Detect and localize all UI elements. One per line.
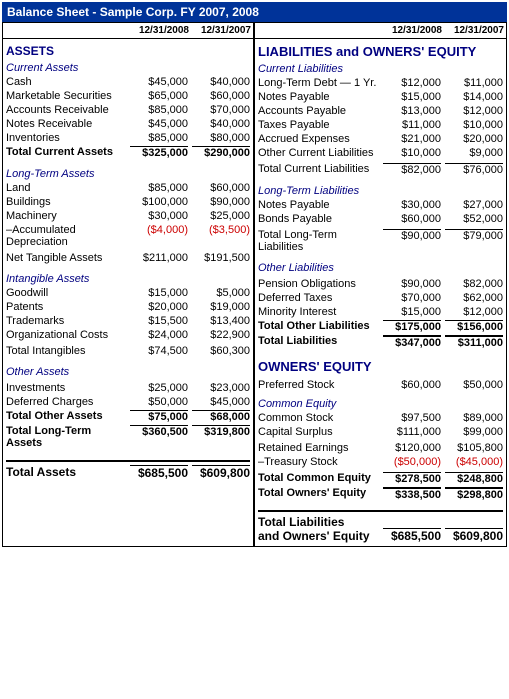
total-liabilities: Total Liabilities $347,000$311,000	[258, 334, 503, 350]
owners-equity-title: OWNERS' EQUITY	[258, 359, 503, 374]
net-tangible-assets: Net Tangible Assets $211,000$191,500	[6, 251, 250, 265]
list-item: Minority Interest $15,000$12,000	[258, 305, 503, 319]
list-item: Deferred Taxes $70,000$62,000	[258, 291, 503, 305]
list-item: Organizational Costs $24,000$22,900	[6, 328, 250, 342]
left-section: ASSETS Current Assets Cash $45,000$40,00…	[3, 39, 255, 546]
list-item: Common Stock $97,500$89,000	[258, 411, 503, 425]
current-assets-label: Current Assets	[6, 62, 250, 74]
list-item: –Accumulated Depreciation ($4,000)($3,50…	[6, 223, 250, 249]
list-item: Notes Payable $30,000$27,000	[258, 198, 503, 212]
long-term-assets-label: Long-Term Assets	[6, 168, 250, 180]
retained-earnings: Retained Earnings $120,000$105,800	[258, 441, 503, 455]
list-item: Goodwill $15,000$5,000	[6, 286, 250, 300]
total-owners-equity: Total Owners' Equity $338,500$298,800	[258, 486, 503, 502]
total-current-assets: Total Current Assets $325,000$290,000	[6, 145, 250, 160]
preferred-stock: Preferred Stock $60,000$50,000	[258, 378, 503, 392]
list-item: Inventories $85,000$80,000	[6, 131, 250, 145]
page-title: Balance Sheet - Sample Corp. FY 2007, 20…	[7, 5, 259, 19]
right-date-col2: 12/31/2007	[446, 25, 504, 36]
page-header: Balance Sheet - Sample Corp. FY 2007, 20…	[2, 2, 507, 22]
main-content: ASSETS Current Assets Cash $45,000$40,00…	[2, 38, 507, 547]
total-assets: Total Assets $685,500$609,800	[6, 464, 250, 481]
list-item: Long-Term Debt — 1 Yr. $12,000$11,000	[258, 76, 503, 90]
other-liabilities-label: Other Liabilities	[258, 262, 503, 274]
list-item: Machinery $30,000$25,000	[6, 209, 250, 223]
treasury-stock: –Treasury Stock ($50,000)($45,000)	[258, 455, 503, 469]
total-other-assets: Total Other Assets $75,000$68,000	[6, 409, 250, 424]
page: Balance Sheet - Sample Corp. FY 2007, 20…	[0, 0, 509, 549]
list-item: Buildings $100,000$90,000	[6, 195, 250, 209]
assets-title: ASSETS	[6, 44, 250, 58]
list-item: Land $85,000$60,000	[6, 181, 250, 195]
list-item: Accounts Receivable $85,000$70,000	[6, 103, 250, 117]
list-item: Pension Obligations $90,000$82,000	[258, 277, 503, 291]
list-item: Bonds Payable $60,000$52,000	[258, 212, 503, 226]
intangible-assets-label: Intangible Assets	[6, 273, 250, 285]
long-term-liabilities-label: Long-Term Liabilities	[258, 185, 503, 197]
list-item: Patents $20,000$19,000	[6, 300, 250, 314]
current-liabilities-label: Current Liabilities	[258, 63, 503, 75]
right-date-col1: 12/31/2008	[384, 25, 442, 36]
left-date-col1: 12/31/2008	[131, 25, 189, 36]
list-item: Deferred Charges $50,000$45,000	[6, 395, 250, 409]
list-item: Accounts Payable $13,000$12,000	[258, 104, 503, 118]
common-equity-label: Common Equity	[258, 398, 503, 410]
right-section: LIABILITIES and OWNERS' EQUITY Current L…	[255, 39, 506, 546]
list-item: Investments $25,000$23,000	[6, 381, 250, 395]
total-liabilities-owners-equity: Total Liabilitiesand Owners' Equity $685…	[258, 514, 503, 544]
total-current-liabilities: Total Current Liabilities $82,000$76,000	[258, 162, 503, 177]
total-intangibles: Total Intangibles $74,500$60,300	[6, 344, 250, 358]
list-item: Cash $45,000$40,000	[6, 75, 250, 89]
total-long-term-liabilities: Total Long-Term Liabilities $90,000$79,0…	[258, 228, 503, 254]
total-other-liabilities: Total Other Liabilities $175,000$156,000	[258, 319, 503, 334]
list-item: Other Current Liabilities $10,000$9,000	[258, 146, 503, 160]
left-date-col2: 12/31/2007	[193, 25, 251, 36]
list-item: Notes Receivable $45,000$40,000	[6, 117, 250, 131]
list-item: Trademarks $15,500$13,400	[6, 314, 250, 328]
list-item: Accrued Expenses $21,000$20,000	[258, 132, 503, 146]
list-item: Taxes Payable $11,000$10,000	[258, 118, 503, 132]
list-item: Marketable Securities $65,000$60,000	[6, 89, 250, 103]
total-common-equity: Total Common Equity $278,500$248,800	[258, 471, 503, 486]
list-item: Capital Surplus $111,000$99,000	[258, 425, 503, 439]
total-long-term-assets: Total Long-TermAssets $360,500$319,800	[6, 424, 250, 450]
other-assets-label: Other Assets	[6, 366, 250, 378]
liabilities-title: LIABILITIES and OWNERS' EQUITY	[258, 44, 503, 59]
list-item: Notes Payable $15,000$14,000	[258, 90, 503, 104]
